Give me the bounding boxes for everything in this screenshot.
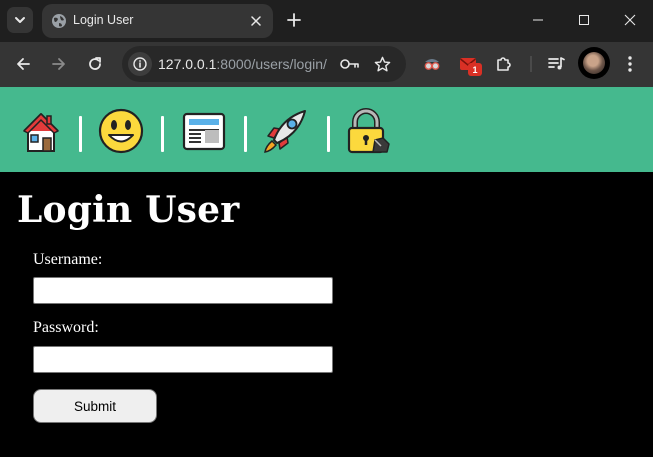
minimize-button[interactable] [515, 0, 561, 40]
maximize-button[interactable] [561, 0, 607, 40]
username-input[interactable] [33, 277, 333, 304]
plus-icon [287, 13, 301, 27]
nav-separator [327, 116, 330, 152]
address-bar[interactable]: 127.0.0.1:8000/users/login/ [122, 46, 406, 82]
extensions-button[interactable] [490, 50, 518, 78]
browser-tab-strip: Login User [0, 0, 653, 42]
nav-separator [244, 116, 247, 152]
new-tab-button[interactable] [282, 8, 306, 32]
playlist-icon [548, 57, 565, 70]
reload-icon [89, 57, 101, 70]
puzzle-icon [497, 57, 511, 71]
page-title: Login User [17, 189, 240, 231]
maximize-icon [579, 15, 589, 25]
star-icon [374, 56, 390, 71]
smiley-icon [98, 108, 144, 154]
arrow-left-icon [17, 58, 30, 70]
submit-button[interactable]: Submit [33, 389, 157, 423]
nav-about-link[interactable] [98, 108, 144, 154]
extension-spy-button[interactable] [418, 50, 446, 78]
profile-avatar-button[interactable] [578, 47, 610, 79]
nav-separator [79, 116, 82, 152]
close-window-button[interactable] [607, 0, 653, 40]
tab-search-button[interactable] [7, 7, 33, 33]
password-label: Password: [33, 319, 99, 336]
browser-menu-button[interactable] [616, 50, 644, 78]
close-icon [251, 16, 261, 26]
rocket-icon [264, 110, 306, 153]
globe-icon [52, 14, 66, 28]
close-icon [624, 14, 636, 26]
nav-projects-link[interactable] [262, 108, 308, 154]
mail-unread-badge: 1 [468, 63, 482, 76]
reload-button[interactable] [81, 50, 109, 78]
toolbar-divider [530, 56, 532, 72]
key-icon [340, 59, 359, 69]
tab-title: Login User [73, 13, 134, 27]
tab-close-button[interactable] [247, 12, 265, 30]
avatar [583, 52, 605, 74]
media-controls-button[interactable] [543, 50, 571, 78]
lock-with-pen-icon [347, 108, 390, 154]
username-label: Username: [33, 251, 103, 268]
browser-toolbar: 127.0.0.1:8000/users/login/ [0, 42, 653, 87]
url-text: 127.0.0.1:8000/users/login/ [158, 56, 327, 72]
back-button[interactable] [9, 50, 37, 78]
nav-separator [161, 116, 164, 152]
password-input[interactable] [33, 346, 333, 373]
info-icon [133, 57, 147, 71]
password-manager-button[interactable] [340, 54, 360, 74]
house-icon [23, 113, 59, 152]
url-host: 127.0.0.1 [158, 56, 217, 72]
arrow-right-icon [52, 58, 65, 70]
minimize-icon [533, 19, 543, 21]
newspaper-icon [182, 112, 226, 151]
url-path: :8000/users/login/ [216, 56, 327, 72]
chevron-down-icon [15, 17, 25, 23]
forward-button[interactable] [45, 50, 73, 78]
nav-home-link[interactable] [18, 108, 64, 154]
site-navbar [0, 87, 653, 172]
site-info-button[interactable] [128, 52, 152, 76]
browser-tab-active[interactable]: Login User [42, 4, 273, 38]
spy-glasses-icon [424, 59, 440, 70]
nav-news-link[interactable] [181, 108, 227, 154]
nav-login-link[interactable] [345, 108, 391, 154]
bookmark-button[interactable] [372, 54, 392, 74]
kebab-menu-icon [628, 56, 632, 72]
